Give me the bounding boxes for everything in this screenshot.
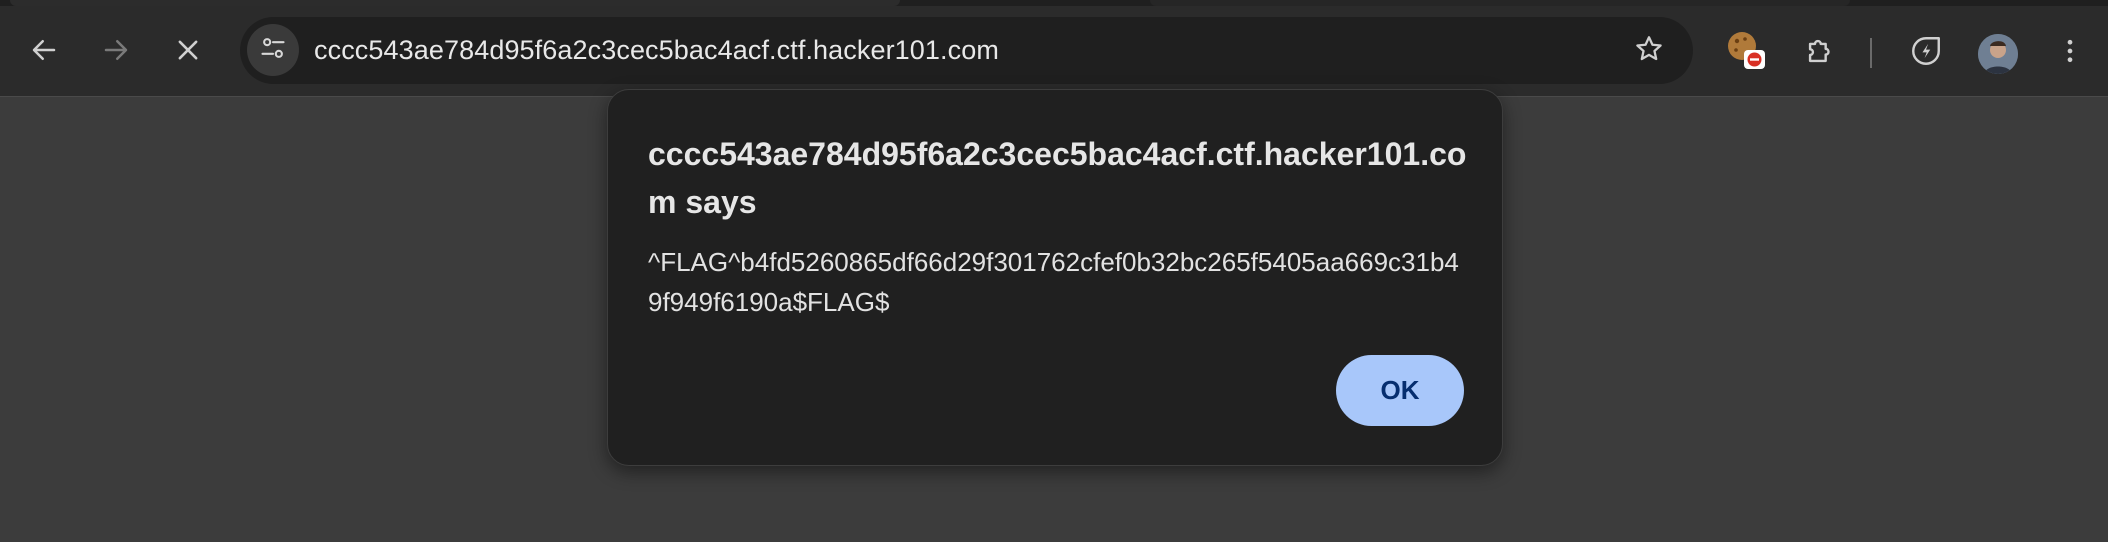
- star-icon: [1633, 33, 1665, 70]
- forward-button[interactable]: [91, 25, 141, 75]
- browser-toolbar: cccc543ae784d95f6a2c3cec5bac4acf.ctf.hac…: [0, 6, 2108, 97]
- more-vertical-icon: [2055, 36, 2085, 71]
- toolbar-divider: [1870, 38, 1872, 68]
- extensions-button[interactable]: [1800, 33, 1840, 73]
- close-icon: [174, 36, 202, 64]
- tune-icon: [259, 34, 287, 67]
- address-bar[interactable]: cccc543ae784d95f6a2c3cec5bac4acf.ctf.hac…: [240, 17, 1693, 84]
- alert-dialog: cccc543ae784d95f6a2c3cec5bac4acf.ctf.hac…: [607, 89, 1503, 466]
- puzzle-icon: [1803, 34, 1837, 73]
- avatar-image: [1978, 34, 2018, 74]
- dialog-title: cccc543ae784d95f6a2c3cec5bac4acf.ctf.hac…: [648, 136, 1467, 220]
- url-text[interactable]: cccc543ae784d95f6a2c3cec5bac4acf.ctf.hac…: [314, 17, 999, 84]
- back-button[interactable]: [19, 25, 69, 75]
- cookie-extension-button[interactable]: [1726, 31, 1766, 73]
- stop-loading-button[interactable]: [163, 25, 213, 75]
- arrow-right-icon: [101, 35, 131, 65]
- arrow-left-icon: [29, 35, 59, 65]
- cookie-blocked-icon: [1724, 29, 1768, 78]
- browser-window: cccc543ae784d95f6a2c3cec5bac4acf.ctf.hac…: [0, 0, 2108, 542]
- site-info-button[interactable]: [247, 24, 299, 76]
- ok-button[interactable]: OK: [1336, 355, 1464, 426]
- leaf-bolt-icon: [1909, 34, 1943, 73]
- performance-button[interactable]: [1906, 33, 1946, 73]
- browser-menu-button[interactable]: [2050, 33, 2090, 73]
- bookmark-button[interactable]: [1631, 33, 1667, 69]
- dialog-message: ^FLAG^b4fd5260865df66d29f301762cfef0b32b…: [648, 247, 1459, 317]
- profile-avatar[interactable]: [1978, 34, 2018, 74]
